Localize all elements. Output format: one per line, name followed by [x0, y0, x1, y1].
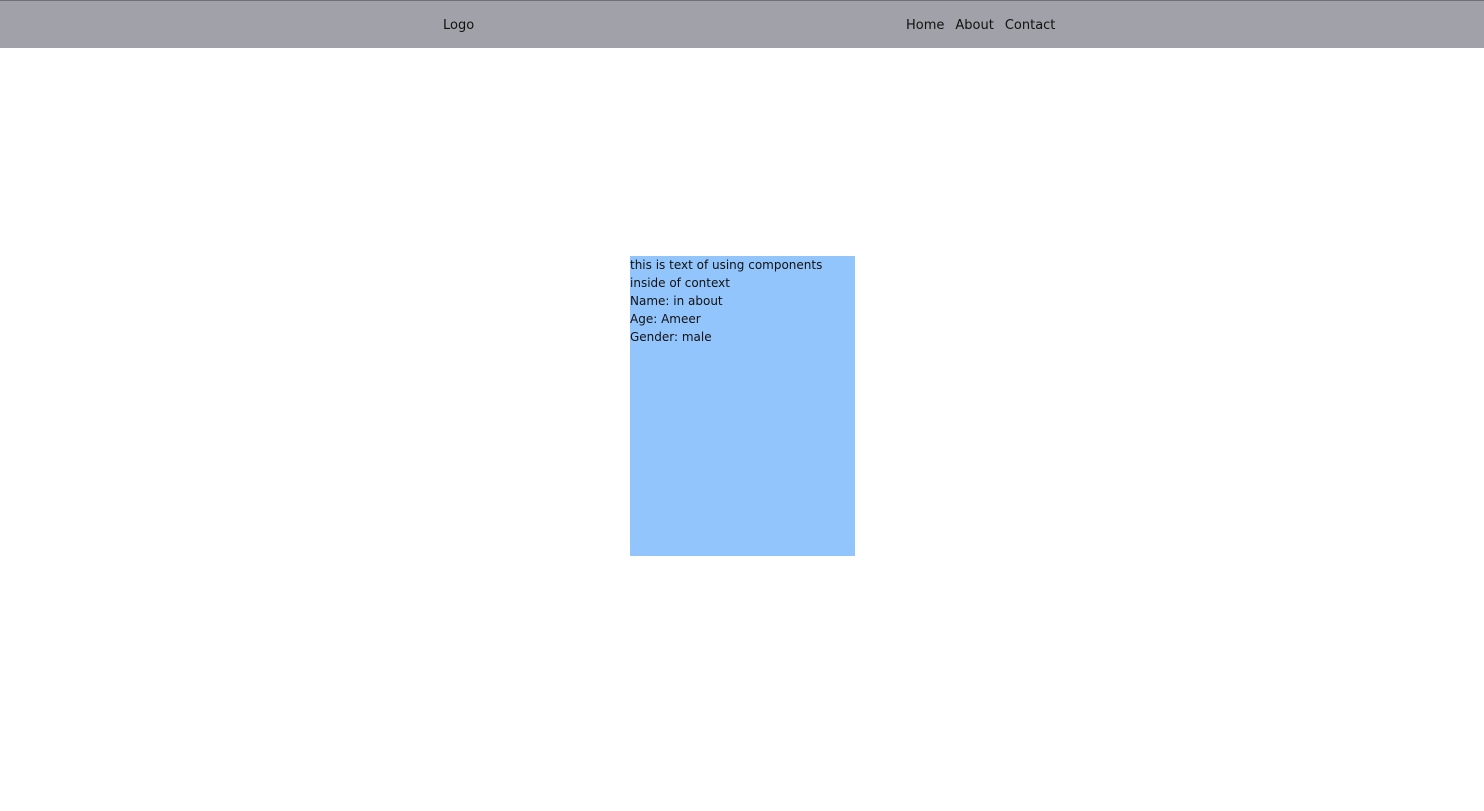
- main-navigation: Home About Contact: [906, 18, 1055, 34]
- nav-link-contact[interactable]: Contact: [1005, 18, 1056, 34]
- nav-link-home[interactable]: Home: [906, 18, 944, 34]
- name-value: Name: in about: [630, 294, 723, 308]
- context-info-card: this is text of using components inside …: [630, 256, 855, 556]
- card-intro-text: this is text of using components inside …: [630, 258, 823, 290]
- logo[interactable]: Logo: [443, 18, 474, 34]
- top-navbar: Logo Home About Contact: [0, 0, 1484, 48]
- nav-link-about[interactable]: About: [955, 18, 993, 34]
- age-value: Age: Ameer: [630, 312, 701, 326]
- gender-value: Gender: male: [630, 330, 712, 344]
